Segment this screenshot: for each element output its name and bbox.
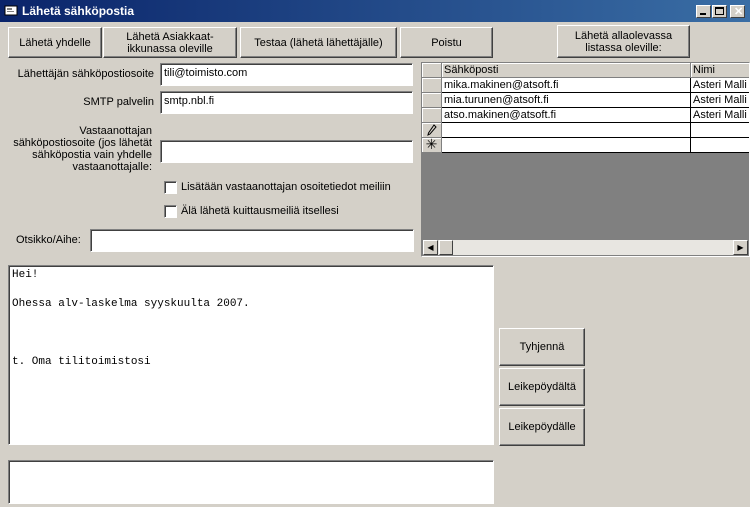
grid-cell-email[interactable] (442, 123, 691, 138)
scroll-left-button[interactable]: ◀ (423, 240, 438, 255)
send-customers-button[interactable]: Lähetä Asiakkaat-ikkunassa oleville (103, 27, 237, 58)
clear-button[interactable]: Tyhjennä (499, 328, 585, 366)
message-line: Ohessa alv-laskelma syyskuulta 2007. (12, 298, 250, 310)
smtp-label: SMTP palvelin (83, 96, 154, 108)
paste-from-clipboard-button[interactable]: Leikepöydältä (499, 368, 585, 406)
send-list-button[interactable]: Lähetä allaolevassa listassa oleville: (557, 25, 690, 58)
grid-cell-email[interactable]: mia.turunen@atsoft.fi (442, 93, 691, 108)
smtp-server-input[interactable]: smtp.nbl.fi (160, 91, 413, 114)
pencil-icon (426, 124, 437, 136)
grid-corner (422, 63, 442, 78)
title-bar[interactable]: Lähetä sähköpostia ✕ (0, 0, 750, 22)
grid-cell-email[interactable] (442, 138, 691, 153)
recipient-grid[interactable]: Sähköposti Nimi mika.makinen@atsoft.fi A… (421, 62, 750, 257)
status-log-box[interactable] (8, 460, 494, 504)
grid-cell-email[interactable]: atso.makinen@atsoft.fi (442, 108, 691, 123)
message-line (12, 284, 490, 299)
grid-cell-name[interactable] (691, 123, 749, 138)
recipient-email-input[interactable] (160, 140, 413, 163)
sender-label: Lähettäjän sähköpostiosoite (17, 68, 154, 80)
grid-header-email[interactable]: Sähköposti (442, 63, 691, 78)
message-line: Hei! (12, 269, 39, 281)
window-title: Lähetä sähköpostia (22, 4, 135, 18)
grid-header-name[interactable]: Nimi (691, 63, 749, 78)
maximize-icon (715, 7, 724, 15)
mail-app-icon (4, 5, 18, 16)
send-one-button[interactable]: Lähetä yhdelle (8, 27, 102, 58)
row-selector[interactable] (422, 78, 442, 93)
row-selector[interactable] (422, 123, 442, 138)
scroll-thumb[interactable] (439, 240, 453, 255)
add-address-label: Lisätään vastaanottajan osoitetiedot mei… (181, 181, 391, 193)
maximize-button[interactable] (712, 5, 727, 18)
minimize-button[interactable] (696, 5, 711, 18)
subject-label: Otsikko/Aihe: (16, 234, 81, 246)
grid-cell-name[interactable]: Asteri Malli (691, 93, 749, 108)
subject-input[interactable] (90, 229, 414, 252)
recipient-label: Vastaanottajan sähköpostiosoite (jos läh… (13, 125, 152, 173)
no-receipt-checkbox[interactable] (164, 205, 177, 218)
row-selector[interactable] (422, 108, 442, 123)
row-selector[interactable]: ✳ (422, 138, 442, 153)
exit-button[interactable]: Poistu (400, 27, 493, 58)
message-body-textarea[interactable]: Hei! Ohessa alv-laskelma syyskuulta 2007… (8, 265, 494, 445)
row-selector[interactable] (422, 93, 442, 108)
new-row-asterisk-icon: ✳ (425, 138, 438, 152)
message-line: t. Oma tilitoimistosi (12, 356, 151, 368)
grid-cell-name[interactable] (691, 138, 749, 153)
grid-cell-name[interactable]: Asteri Malli (691, 108, 749, 123)
minimize-icon (700, 13, 706, 15)
close-icon: ✕ (734, 6, 744, 18)
grid-cell-email[interactable]: mika.makinen@atsoft.fi (442, 78, 691, 93)
close-button[interactable]: ✕ (730, 5, 745, 18)
message-line (12, 327, 490, 342)
horizontal-scrollbar[interactable]: ◀ ▶ (423, 240, 748, 255)
scroll-right-button[interactable]: ▶ (733, 240, 748, 255)
test-send-button[interactable]: Testaa (lähetä lähettäjälle) (240, 27, 397, 58)
no-receipt-label: Älä lähetä kuittausmeiliä itsellesi (181, 205, 339, 217)
copy-to-clipboard-button[interactable]: Leikepöydälle (499, 408, 585, 446)
add-address-checkbox[interactable] (164, 181, 177, 194)
message-line (12, 342, 490, 357)
grid-cell-name[interactable]: Asteri Malli (691, 78, 749, 93)
sender-email-input[interactable]: tili@toimisto.com (160, 63, 413, 86)
message-line (12, 313, 490, 328)
